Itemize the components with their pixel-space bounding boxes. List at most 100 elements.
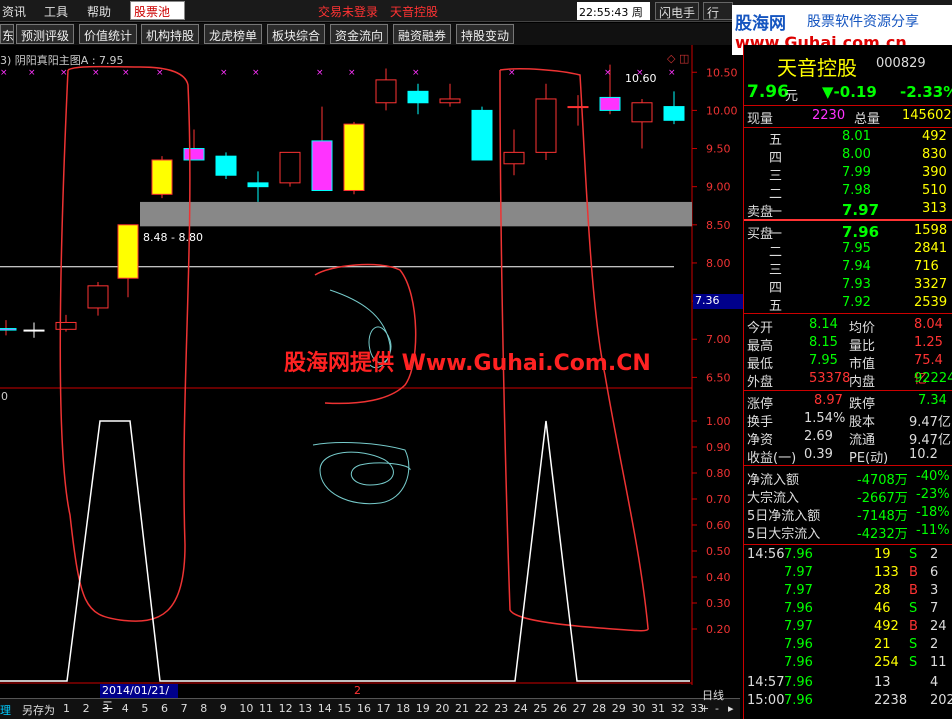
day-tab[interactable]: 10 [239,702,253,715]
sell-level: 五 8.01 492 [769,129,947,148]
ytick-label: 7.00 [706,333,731,346]
chart-options-icon[interactable]: ◇ ◫ [667,52,689,65]
day-tab[interactable]: 26 [553,702,567,715]
menu-stock-pool-label: 股票池 [134,5,171,19]
toolbar-capital-flow[interactable]: 资金流向 [330,24,389,44]
toolbar-institution-holding[interactable]: 机构持股 [141,24,200,44]
day-tab[interactable]: 19 [416,702,430,715]
candle-body [375,79,397,104]
price-unit: 元 [785,89,799,104]
day-tab[interactable]: 18 [396,702,410,715]
period-label[interactable]: 日线 [702,687,724,703]
toolbar: 东 预测评级 价值统计 机构持股 龙虎榜单 板块综合 资金流向 融资融券 持股变… [0,23,740,45]
flow-row: 5日净流入额 -7148万 -18% [747,505,950,524]
candle-body [535,98,557,153]
day-tab[interactable]: 17 [377,702,391,715]
day-tab[interactable]: 14 [318,702,332,715]
day-tab[interactable]: 23 [494,702,508,715]
day-tab[interactable]: 22 [475,702,489,715]
buy-level: 三 7.94 716 [769,259,939,278]
day-tab[interactable]: 9 [220,702,227,715]
day-tab[interactable]: 16 [357,702,371,715]
toolbar-leading[interactable]: 东 [0,24,14,44]
flash-trade-button[interactable]: 闪电手 [655,2,699,20]
tick-row: 7.96 46 S 7 [784,601,939,616]
day-tab[interactable]: 30 [631,702,645,715]
signal-marker: × [92,68,100,78]
ytick-label: 10.50 [706,66,738,79]
toolbar-forecast-rating[interactable]: 预测评级 [16,24,75,44]
toolbar-holding-change[interactable]: 持股变动 [456,24,515,44]
day-tab[interactable]: 8 [200,702,207,715]
tick-row: 7.96 21 S 2 [784,637,939,652]
signal-marker: × [156,68,164,78]
day-tab[interactable]: 28 [592,702,606,715]
toolbar-margin-trading[interactable]: 融资融券 [393,24,452,44]
day-tab[interactable]: 21 [455,702,469,715]
day-tab[interactable]: 31 [651,702,665,715]
day-tab[interactable]: 5 [141,702,148,715]
save-as-button[interactable]: 另存为 [22,702,55,718]
day-tab[interactable]: 7 [181,702,188,715]
sell-level: 二 7.98 510 [769,183,947,202]
tab-manage[interactable]: 理 [0,702,11,718]
ytick-label: 6.50 [706,371,731,384]
candle-body [439,98,461,104]
signal-marker: × [122,68,130,78]
last-price: 7.96 [747,82,789,102]
ytick-label: 0.90 [706,441,731,454]
login-status: 交易未登录 [318,5,379,19]
ytick-label: 0.40 [706,571,731,584]
day-tab[interactable]: 11 [259,702,273,715]
ytick-label: 9.50 [706,143,731,156]
minus-button[interactable]: - [715,702,719,715]
tick-row: 14:57 7.96 13 4 [747,675,939,690]
day-tab[interactable]: 12 [279,702,293,715]
day-tab[interactable]: 20 [435,702,449,715]
menu-info[interactable]: 资讯 [2,3,26,20]
ytick-label: 10.00 [706,104,738,117]
day-tab[interactable]: 6 [161,702,168,715]
indicator-prefix: 3) [0,54,12,67]
candle-body [247,182,269,188]
day-tab[interactable]: 25 [533,702,547,715]
candle-body [55,321,77,330]
clock: 22:55:43 周三 [577,2,650,35]
annotation-loop-left [59,65,191,622]
day-tab[interactable]: 2 [83,702,90,715]
signal-marker: × [668,68,676,78]
toolbar-value-stats[interactable]: 价值统计 [79,24,138,44]
menu-help[interactable]: 帮助 [87,3,111,20]
day-tab[interactable]: 4 [122,702,129,715]
watermark-logo: 股海网 [735,14,786,34]
menu-stock-pool[interactable]: 股票池✕ [130,1,185,35]
day-tab[interactable]: 1 [63,702,70,715]
tick-row: 7.97 133 B 6 [784,565,939,580]
candle-body [87,285,109,309]
band-label: 8.48 - 8.80 [143,231,203,244]
toolbar-sector[interactable]: 板块综合 [267,24,326,44]
sub-indicator-line [0,420,690,682]
day-tab[interactable]: 27 [573,702,587,715]
candle-body [599,96,621,111]
high-label: 10.60 [625,72,657,85]
stat2-row: 换手 1.54% 股本 9.47亿 [747,411,951,430]
stat2-row: 收益(一) 0.39 PE(动) 10.2 [747,447,938,466]
quote-button[interactable]: 行情 [703,2,733,20]
candle-body [23,329,45,332]
day-tab[interactable]: 15 [337,702,351,715]
plus-button[interactable]: + [700,702,709,715]
day-tab[interactable]: 29 [612,702,626,715]
day-tab[interactable]: 24 [514,702,528,715]
day-tab[interactable]: 32 [671,702,685,715]
current-stock-status: 天音控股 [390,5,439,19]
tick-row: 7.96 254 S 11 [784,655,947,670]
candle-body [0,328,17,331]
signal-marker: × [220,68,228,78]
scroll-right-button[interactable]: ▸ [728,702,734,715]
menu-tools[interactable]: 工具 [44,3,68,20]
toolbar-dragon-tiger[interactable]: 龙虎榜单 [204,24,263,44]
tick-row: 15:00 7.96 2238 202 [747,693,952,708]
ytick-label: 8.00 [706,257,731,270]
day-tab[interactable]: 13 [298,702,312,715]
